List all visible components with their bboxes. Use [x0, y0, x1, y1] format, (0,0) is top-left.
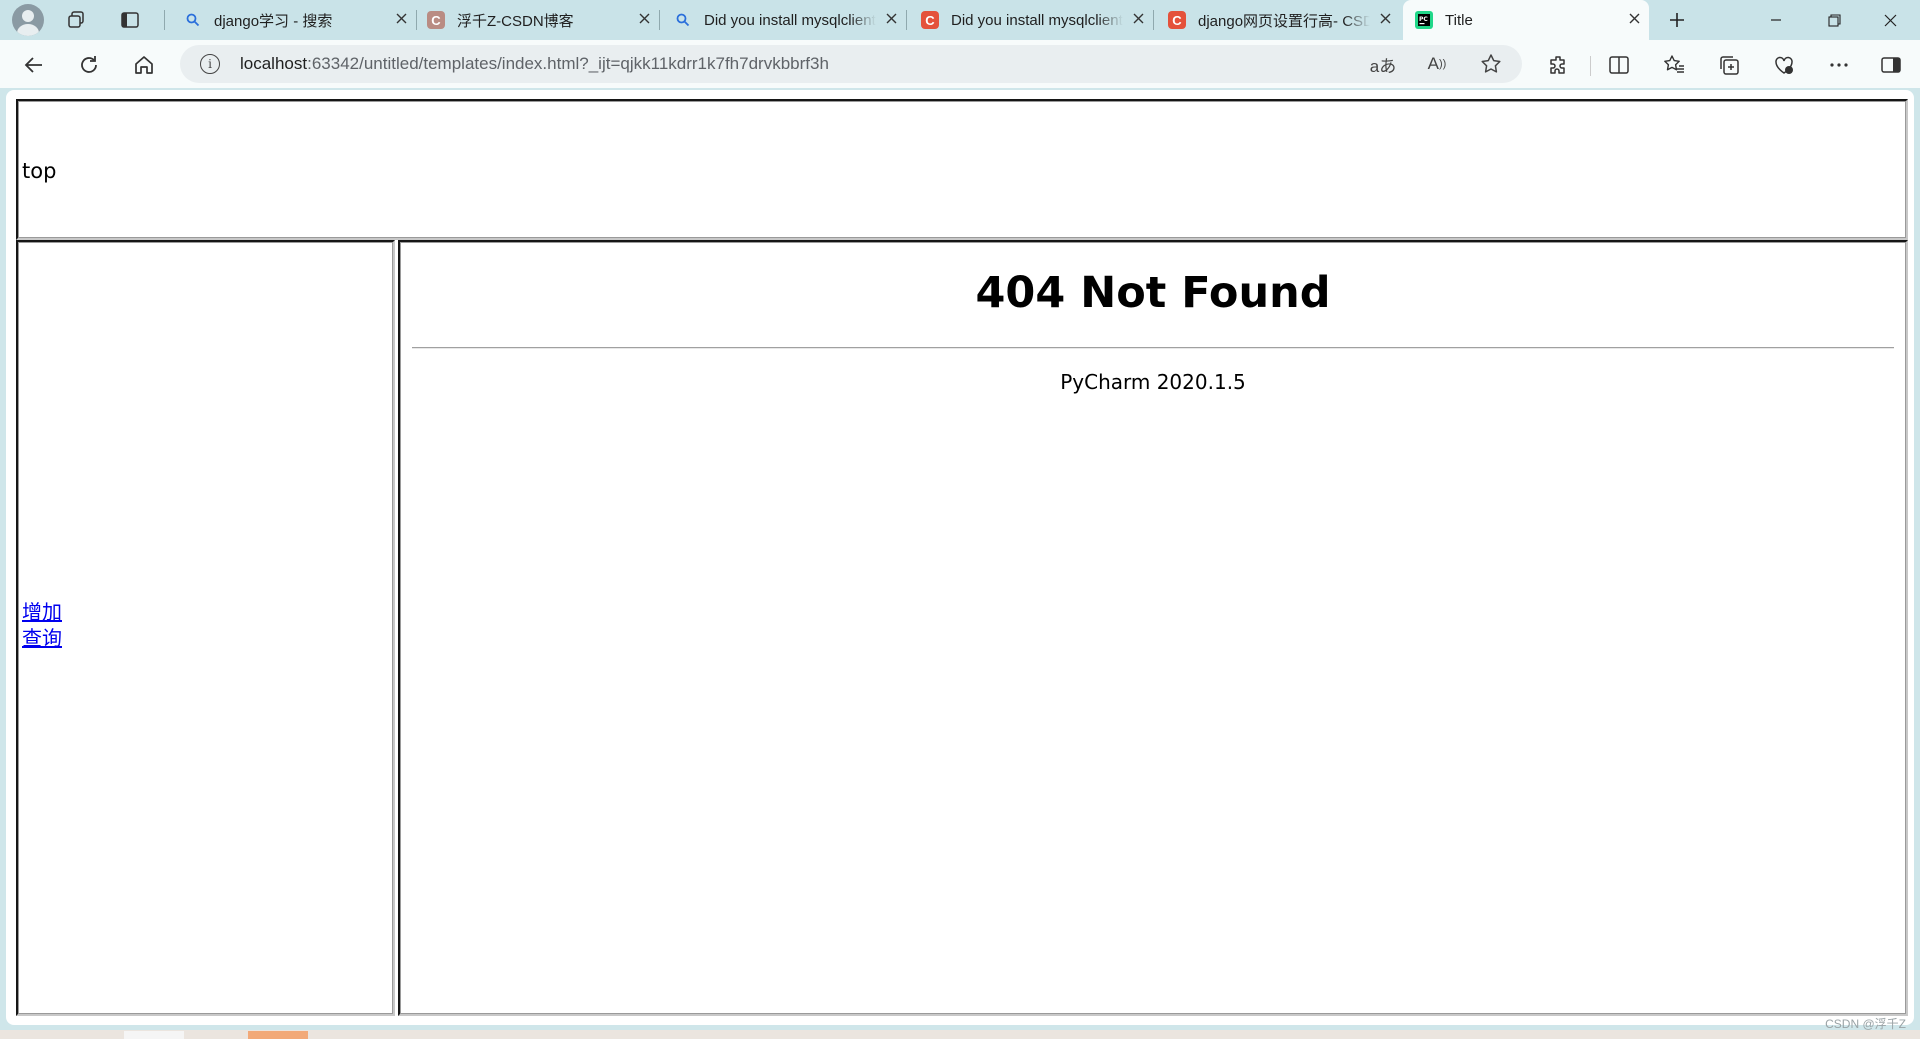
toolbar-separator: [1590, 56, 1591, 76]
close-tab-icon[interactable]: [1619, 11, 1649, 29]
close-window-button[interactable]: [1862, 0, 1918, 40]
vertical-tabs-icon[interactable]: [115, 5, 145, 35]
workspaces-icon[interactable]: [61, 5, 91, 35]
query-link[interactable]: 查询: [22, 625, 62, 651]
top-frame-text: top: [22, 159, 57, 183]
favorite-star-icon[interactable]: [1476, 49, 1506, 79]
site-info-icon[interactable]: i: [200, 54, 220, 74]
tab-separator: [1153, 10, 1154, 30]
collections-icon[interactable]: [1713, 49, 1745, 81]
sidebar-toggle-icon[interactable]: [1875, 49, 1907, 81]
search-icon: [184, 11, 202, 29]
close-tab-icon[interactable]: [876, 11, 906, 29]
read-aloud-icon[interactable]: A)): [1422, 49, 1452, 79]
browser-essentials-icon[interactable]: [1768, 49, 1800, 81]
tab-1[interactable]: django学习 - 搜索: [172, 0, 416, 40]
csdn-icon: C: [1168, 11, 1186, 29]
home-icon: [135, 56, 153, 74]
title-bar: django学习 - 搜索 C 浮千Z-CSDN博客 Did you install …: [0, 0, 1920, 40]
more-options-icon[interactable]: [1823, 49, 1855, 81]
add-link[interactable]: 增加: [22, 599, 62, 625]
tab-5[interactable]: Cdjango网页设置行高- CSDN: [1156, 0, 1400, 40]
tab-separator: [659, 10, 660, 30]
back-button[interactable]: [18, 49, 50, 81]
csdn-icon: C: [427, 11, 445, 29]
minimize-button[interactable]: [1748, 0, 1804, 40]
tab-title: Did you install mysqlclient: [704, 11, 876, 29]
home-button[interactable]: [128, 49, 160, 81]
split-screen-icon[interactable]: [1603, 49, 1635, 81]
tab-title: django网页设置行高- CSDN: [1198, 12, 1370, 30]
taskbar-item: [124, 1031, 184, 1039]
error-heading: 404 Not Found: [975, 268, 1331, 318]
close-tab-icon[interactable]: [629, 11, 659, 29]
refresh-icon: [81, 56, 97, 73]
translate-icon[interactable]: aあ: [1368, 49, 1398, 79]
browser-toolbar: i localhost:63342/untitled/templates/ind…: [0, 40, 1920, 88]
close-tab-icon[interactable]: [386, 11, 416, 29]
profile-avatar[interactable]: [12, 4, 44, 36]
pycharm-icon: PC: [1415, 11, 1433, 29]
tab-3[interactable]: Did you install mysqlclient: [662, 0, 906, 40]
divider: [412, 347, 1894, 349]
url-text[interactable]: localhost:63342/untitled/templates/index…: [240, 54, 829, 74]
tab-2[interactable]: C 浮千Z-CSDN博客: [415, 0, 659, 40]
tab-4[interactable]: C Did you install mysqlclient: [909, 0, 1153, 40]
tab-title: django学习 - 搜索: [214, 12, 333, 30]
taskbar-item: [248, 1031, 308, 1039]
tab-title: Title: [1445, 11, 1473, 29]
close-tab-icon[interactable]: [1370, 11, 1400, 29]
server-signature: PyCharm 2020.1.5: [1060, 370, 1246, 394]
extensions-icon[interactable]: [1543, 49, 1575, 81]
refresh-button[interactable]: [73, 49, 105, 81]
left-frame: 增加 查询: [16, 240, 395, 1016]
watermark-text: CSDN @浮千Z: [1825, 1017, 1906, 1031]
restore-button[interactable]: [1806, 0, 1862, 40]
search-icon: [674, 11, 692, 29]
favorites-icon[interactable]: [1658, 49, 1690, 81]
tab-separator: [906, 10, 907, 30]
csdn-icon: C: [921, 11, 939, 29]
top-frame: top: [16, 99, 1908, 240]
svg-text:PC: PC: [1419, 16, 1428, 23]
tab-title: 浮千Z-CSDN博客: [457, 12, 574, 30]
new-tab-button[interactable]: [1662, 5, 1692, 35]
tab-6[interactable]: PC Title: [1403, 0, 1649, 40]
main-frame: 404 Not Found PyCharm 2020.1.5: [398, 240, 1908, 1016]
back-arrow-icon: [24, 57, 42, 73]
close-tab-icon[interactable]: [1123, 11, 1153, 29]
left-nav-links: 增加 查询: [22, 599, 62, 651]
tab-separator: [164, 10, 165, 30]
tab-title: Did you install mysqlclient: [951, 11, 1123, 29]
page-viewport: top 增加 查询 404 Not Found PyCharm 2020.1.5: [6, 90, 1914, 1025]
address-bar[interactable]: i localhost:63342/untitled/templates/ind…: [180, 45, 1522, 83]
